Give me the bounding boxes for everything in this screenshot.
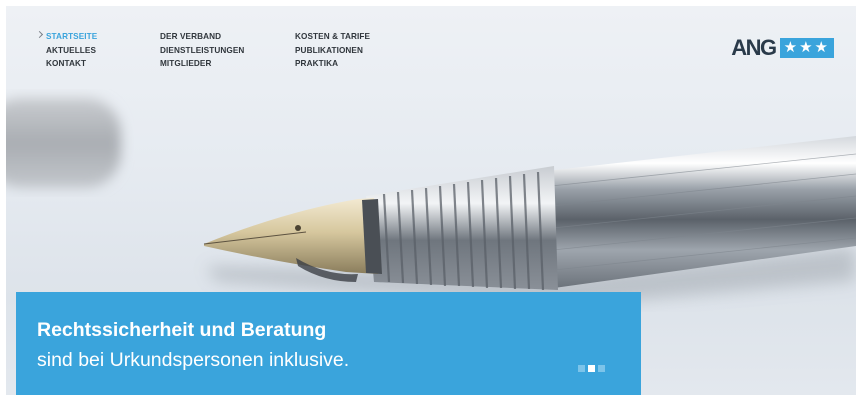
hero-banner: STARTSEITE AKTUELLES KONTAKT DER VERBAND… bbox=[6, 6, 856, 395]
nav-item-mitglieder[interactable]: MITGLIEDER bbox=[160, 57, 244, 71]
slider-dot-2[interactable] bbox=[588, 365, 595, 372]
nav-item-publikationen[interactable]: PUBLIKATIONEN bbox=[295, 44, 370, 58]
ang-logo[interactable]: ANG ★★★ bbox=[731, 35, 834, 60]
logo-wordmark: ANG bbox=[731, 35, 777, 60]
nav-item-praktika[interactable]: PRAKTIKA bbox=[295, 57, 370, 71]
slider-dot-3[interactable] bbox=[598, 365, 605, 372]
slider-dot-1[interactable] bbox=[578, 365, 585, 372]
hero-caption-title: Rechtssicherheit und Beratung bbox=[37, 319, 327, 341]
logo-stars-icon: ★★★ bbox=[779, 38, 834, 58]
nav-column-3: KOSTEN & TARIFE PUBLIKATIONEN PRAKTIKA bbox=[295, 30, 370, 71]
slider-pagination bbox=[578, 365, 605, 372]
hero-caption-subtitle: sind bei Urkundspersonen inklusive. bbox=[37, 349, 350, 371]
nav-item-dienstleistungen[interactable]: DIENSTLEISTUNGEN bbox=[160, 44, 244, 58]
nav-item-kosten-tarife[interactable]: KOSTEN & TARIFE bbox=[295, 30, 370, 44]
nav-item-startseite[interactable]: STARTSEITE bbox=[46, 30, 97, 44]
nav-item-kontakt[interactable]: KONTAKT bbox=[46, 57, 97, 71]
nav-column-1: STARTSEITE AKTUELLES KONTAKT bbox=[46, 30, 97, 71]
hero-caption-box: Rechtssicherheit und Beratung sind bei U… bbox=[16, 292, 641, 395]
nav-column-2: DER VERBAND DIENSTLEISTUNGEN MITGLIEDER bbox=[160, 30, 244, 71]
nav-item-aktuelles[interactable]: AKTUELLES bbox=[46, 44, 97, 58]
nav-item-der-verband[interactable]: DER VERBAND bbox=[160, 30, 244, 44]
